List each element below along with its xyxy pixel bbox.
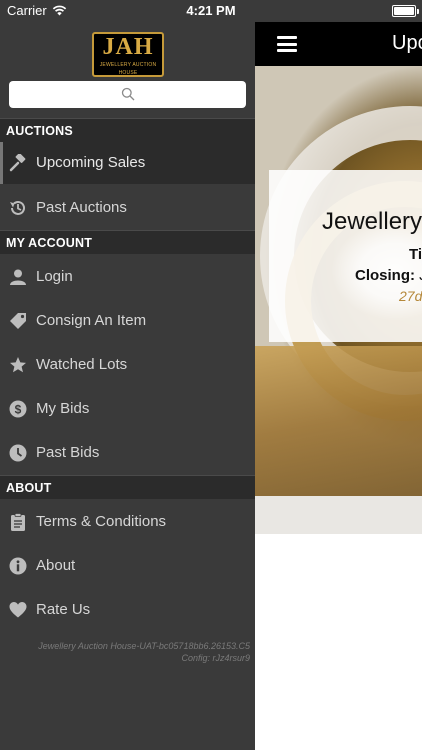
auction-title: Jewellery — [322, 208, 422, 235]
build-version: Jewellery Auction House-UAT-bc05718bb6.2… — [38, 641, 250, 651]
search-input[interactable] — [9, 81, 246, 108]
auction-card[interactable]: Jewellery Ti Closing: Ju 27d — [269, 170, 422, 342]
menu-item-upcoming-sales[interactable]: Upcoming Sales — [0, 142, 255, 184]
tag-icon — [10, 313, 26, 329]
heart-icon — [9, 602, 27, 618]
menu-item-label: Past Bids — [36, 444, 100, 461]
side-drawer: JAH JEWELLERY AUCTION HOUSE AUCTIONS Upc… — [0, 0, 255, 750]
build-info: Jewellery Auction House-UAT-bc05718bb6.2… — [0, 640, 250, 664]
info-icon — [9, 557, 27, 575]
menu-item-past-auctions[interactable]: Past Auctions — [0, 187, 255, 229]
search-icon — [121, 87, 135, 101]
section-label: MY ACCOUNT — [6, 236, 93, 250]
battery-icon — [392, 5, 419, 17]
menu-item-label: Login — [36, 268, 73, 285]
nav-bar: Upco — [255, 22, 422, 66]
history-icon — [10, 200, 25, 215]
clock-icon — [9, 444, 27, 462]
menu-item-terms-conditions[interactable]: Terms & Conditions — [0, 501, 255, 543]
section-label: ABOUT — [6, 481, 52, 495]
menu-item-label: Rate Us — [36, 601, 91, 618]
hamburger-menu-icon[interactable] — [277, 36, 297, 52]
main-panel: Upco Jewellery Ti Closing: Ju 27d — [255, 0, 422, 750]
status-bar: Carrier 4:21 PM — [0, 0, 422, 22]
star-icon — [10, 357, 26, 373]
menu-item-label: Past Auctions — [36, 199, 127, 216]
page-title: Upco — [392, 32, 422, 54]
menu-item-rate-us[interactable]: Rate Us — [0, 589, 255, 631]
menu-item-watched-lots[interactable]: Watched Lots — [0, 344, 255, 386]
menu-item-past-bids[interactable]: Past Bids — [0, 432, 255, 474]
section-my-account: MY ACCOUNT — [0, 230, 255, 254]
auction-hero-image[interactable]: Jewellery Ti Closing: Ju 27d — [255, 66, 422, 534]
dollar-icon: $ — [9, 400, 27, 418]
menu-item-label: Upcoming Sales — [36, 154, 146, 171]
menu-item-label: Terms & Conditions — [36, 513, 167, 530]
user-icon — [10, 269, 26, 285]
menu-item-login[interactable]: Login — [0, 256, 255, 298]
auction-countdown: 27d — [399, 288, 422, 304]
auction-closing: Closing: Ju — [355, 267, 422, 284]
section-label: AUCTIONS — [6, 124, 73, 138]
jah-logo[interactable]: JAH JEWELLERY AUCTION HOUSE — [92, 32, 164, 77]
build-config: Config: rJz4rsur9 — [181, 653, 250, 663]
menu-item-consign-an-item[interactable]: Consign An Item — [0, 300, 255, 342]
gavel-icon — [9, 154, 26, 172]
auction-subtitle: Ti — [409, 246, 422, 263]
clipboard-icon — [11, 513, 25, 531]
menu-item-about[interactable]: About — [0, 545, 255, 587]
svg-text:$: $ — [15, 403, 22, 417]
menu-item-label: About — [36, 557, 76, 574]
logo-subtext: JEWELLERY AUCTION HOUSE — [99, 62, 157, 76]
closing-label: Closing: — [355, 267, 415, 284]
menu-item-label: Consign An Item — [36, 312, 147, 329]
menu-item-label: My Bids — [36, 400, 90, 417]
logo-text: JAH — [102, 34, 154, 60]
clock: 4:21 PM — [186, 3, 236, 18]
section-auctions: AUCTIONS — [0, 118, 255, 142]
menu-item-my-bids[interactable]: $ My Bids — [0, 388, 255, 430]
menu-item-label: Watched Lots — [36, 356, 128, 373]
section-about: ABOUT — [0, 475, 255, 499]
